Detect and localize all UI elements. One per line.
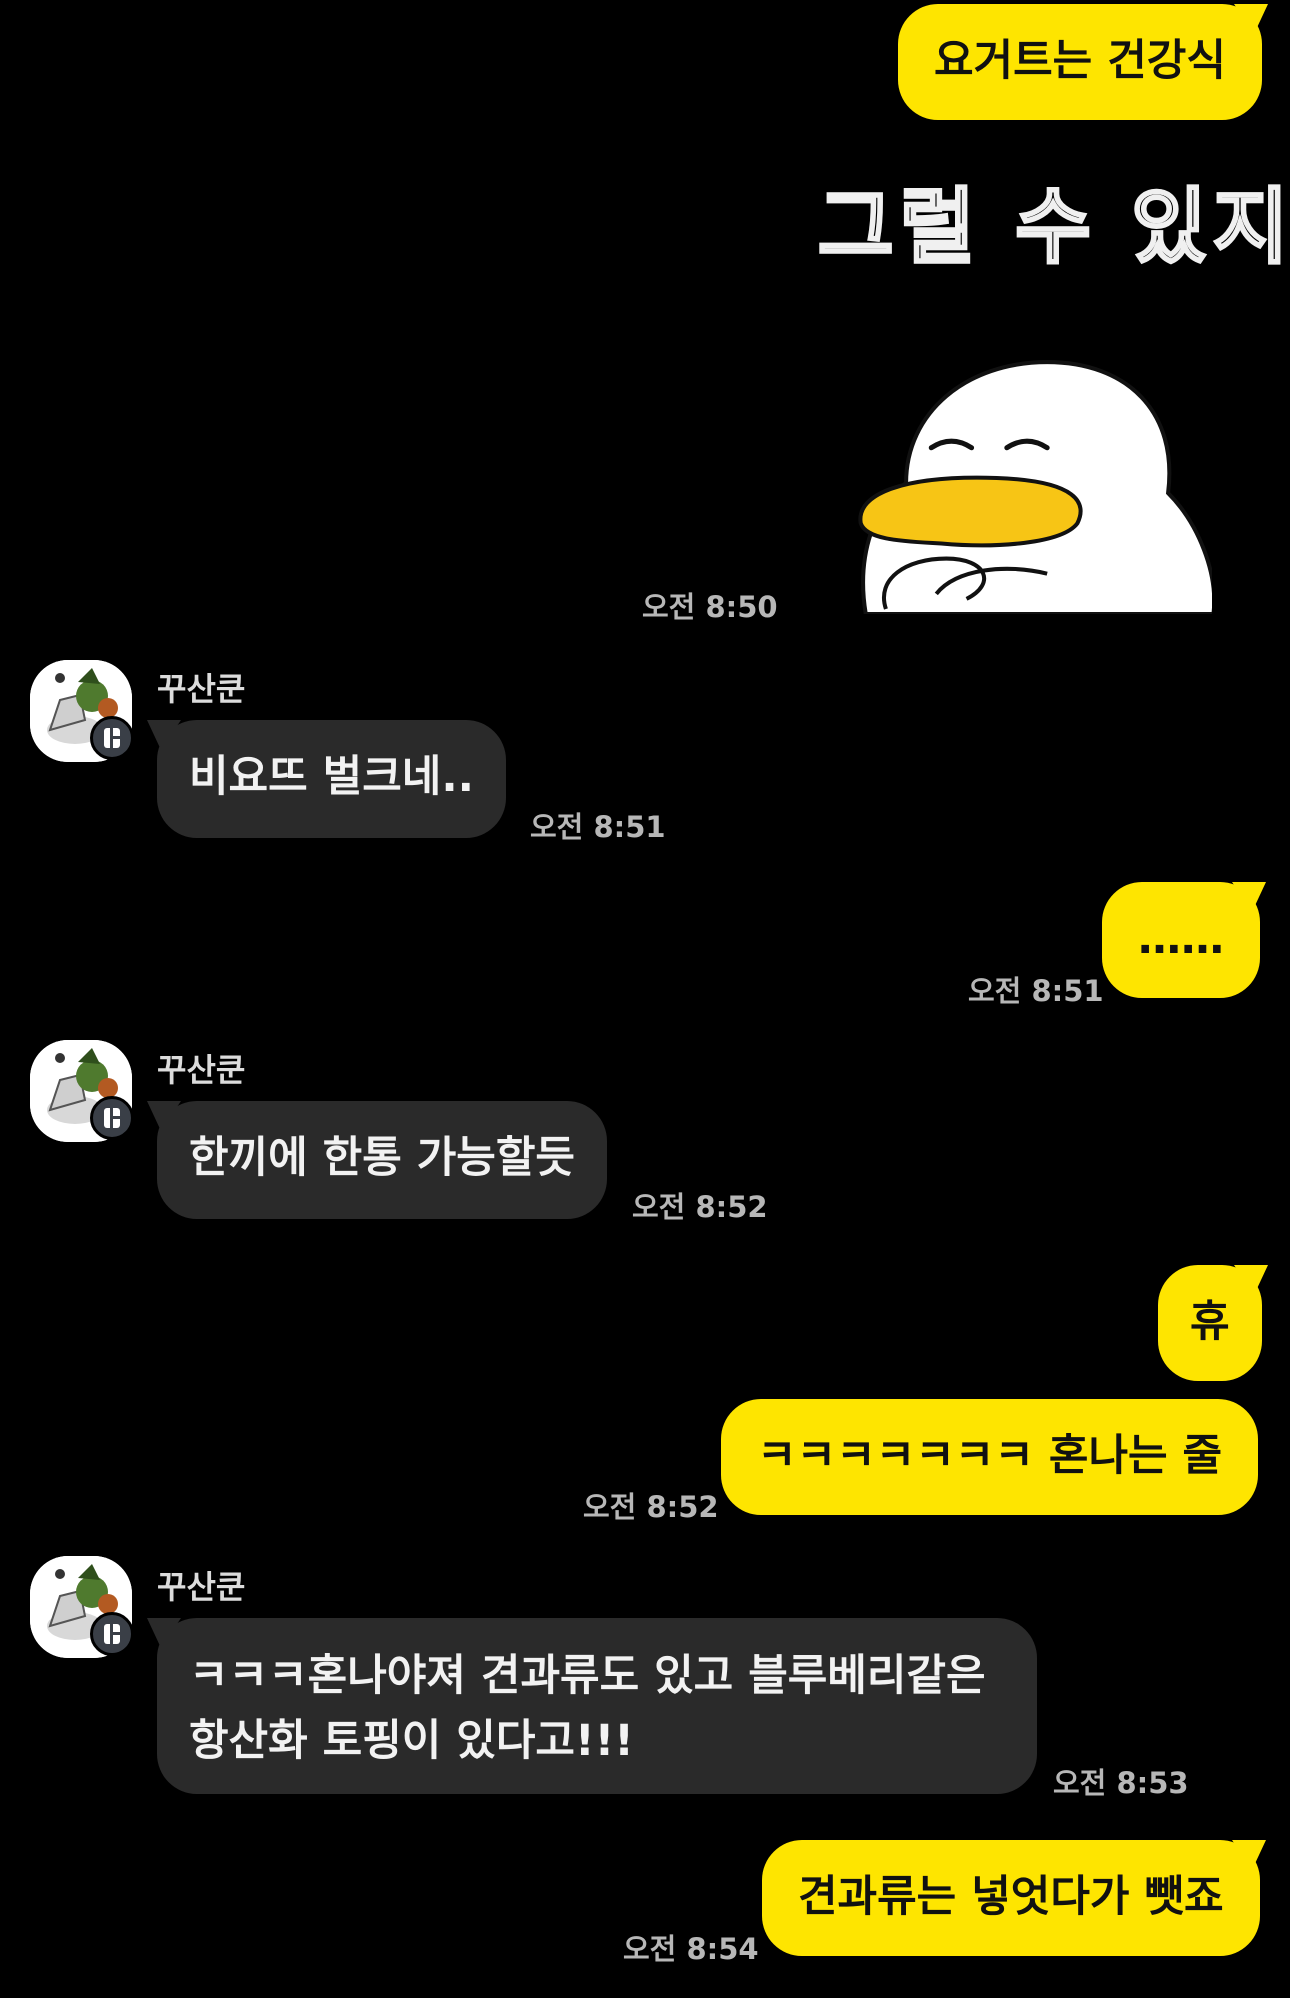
message-text-line: ㅋㅋㅋ혼나야져 견과류도 있고 블루베리같은: [189, 1651, 986, 1701]
my-message-bubble[interactable]: ㅋㅋㅋㅋㅋㅋㅋ 혼나는 줄: [721, 1399, 1259, 1515]
sender-name: 꾸산쿤: [157, 670, 246, 708]
my-message-bubble[interactable]: 휴: [1158, 1265, 1268, 1381]
bubble-tail-icon: [1233, 1265, 1268, 1295]
other-message-bubble[interactable]: ㅋㅋㅋ혼나야져 견과류도 있고 블루베리같은 항산화 토핑이 있다고!!!: [147, 1618, 1037, 1794]
channel-badge-icon: [90, 1096, 134, 1140]
message-text: 비요뜨 벌크네..: [189, 752, 475, 802]
timestamp: 오전 8:52: [632, 1190, 768, 1224]
message-text-line: 항산화 토핑이 있다고!!!: [189, 1715, 634, 1766]
my-message-bubble[interactable]: ……: [1102, 882, 1266, 998]
message-text: 요거트는 건강식: [934, 36, 1226, 86]
other-message-bubble[interactable]: 한끼에 한통 가능할듯: [147, 1101, 607, 1219]
message-text: 한끼에 한통 가능할듯: [189, 1133, 575, 1183]
my-message-bubble[interactable]: 견과류는 넣엇다가 뺏죠: [762, 1840, 1266, 1956]
message-text: ……: [1138, 914, 1224, 964]
other-message-bubble[interactable]: 비요뜨 벌크네..: [147, 720, 507, 838]
bubble-tail-icon: [1232, 882, 1266, 912]
message-text: ㅋㅋㅋㅋㅋㅋㅋ 혼나는 줄: [757, 1431, 1223, 1481]
message-text: 견과류는 넣엇다가 뺏죠: [798, 1872, 1224, 1922]
timestamp: 오전 8:51: [968, 974, 1104, 1008]
timestamp: 오전 8:51: [530, 810, 666, 844]
sender-avatar[interactable]: [30, 1556, 134, 1658]
channel-badge-icon: [90, 716, 134, 760]
my-message-bubble[interactable]: 요거트는 건강식: [898, 4, 1268, 120]
sender-name: 꾸산쿤: [157, 1568, 246, 1606]
message-text: 휴: [1190, 1297, 1230, 1347]
sticker-caption: 그럴 수 있지: [816, 179, 1290, 277]
timestamp: 오전 8:53: [1053, 1766, 1189, 1800]
timestamp: 오전 8:50: [642, 590, 778, 624]
sender-name: 꾸산쿤: [157, 1051, 246, 1089]
bubble-tail-icon: [147, 1618, 181, 1648]
bubble-tail-icon: [147, 720, 181, 750]
sender-avatar[interactable]: [30, 1040, 134, 1142]
channel-badge-icon: [90, 1612, 134, 1656]
bubble-tail-icon: [1233, 4, 1268, 34]
sender-avatar[interactable]: [30, 660, 134, 762]
duck-sticker-icon[interactable]: [842, 352, 1212, 614]
bubble-tail-icon: [1231, 1840, 1266, 1870]
bubble-tail-icon: [147, 1101, 181, 1131]
timestamp: 오전 8:54: [623, 1932, 759, 1966]
timestamp: 오전 8:52: [583, 1490, 719, 1524]
